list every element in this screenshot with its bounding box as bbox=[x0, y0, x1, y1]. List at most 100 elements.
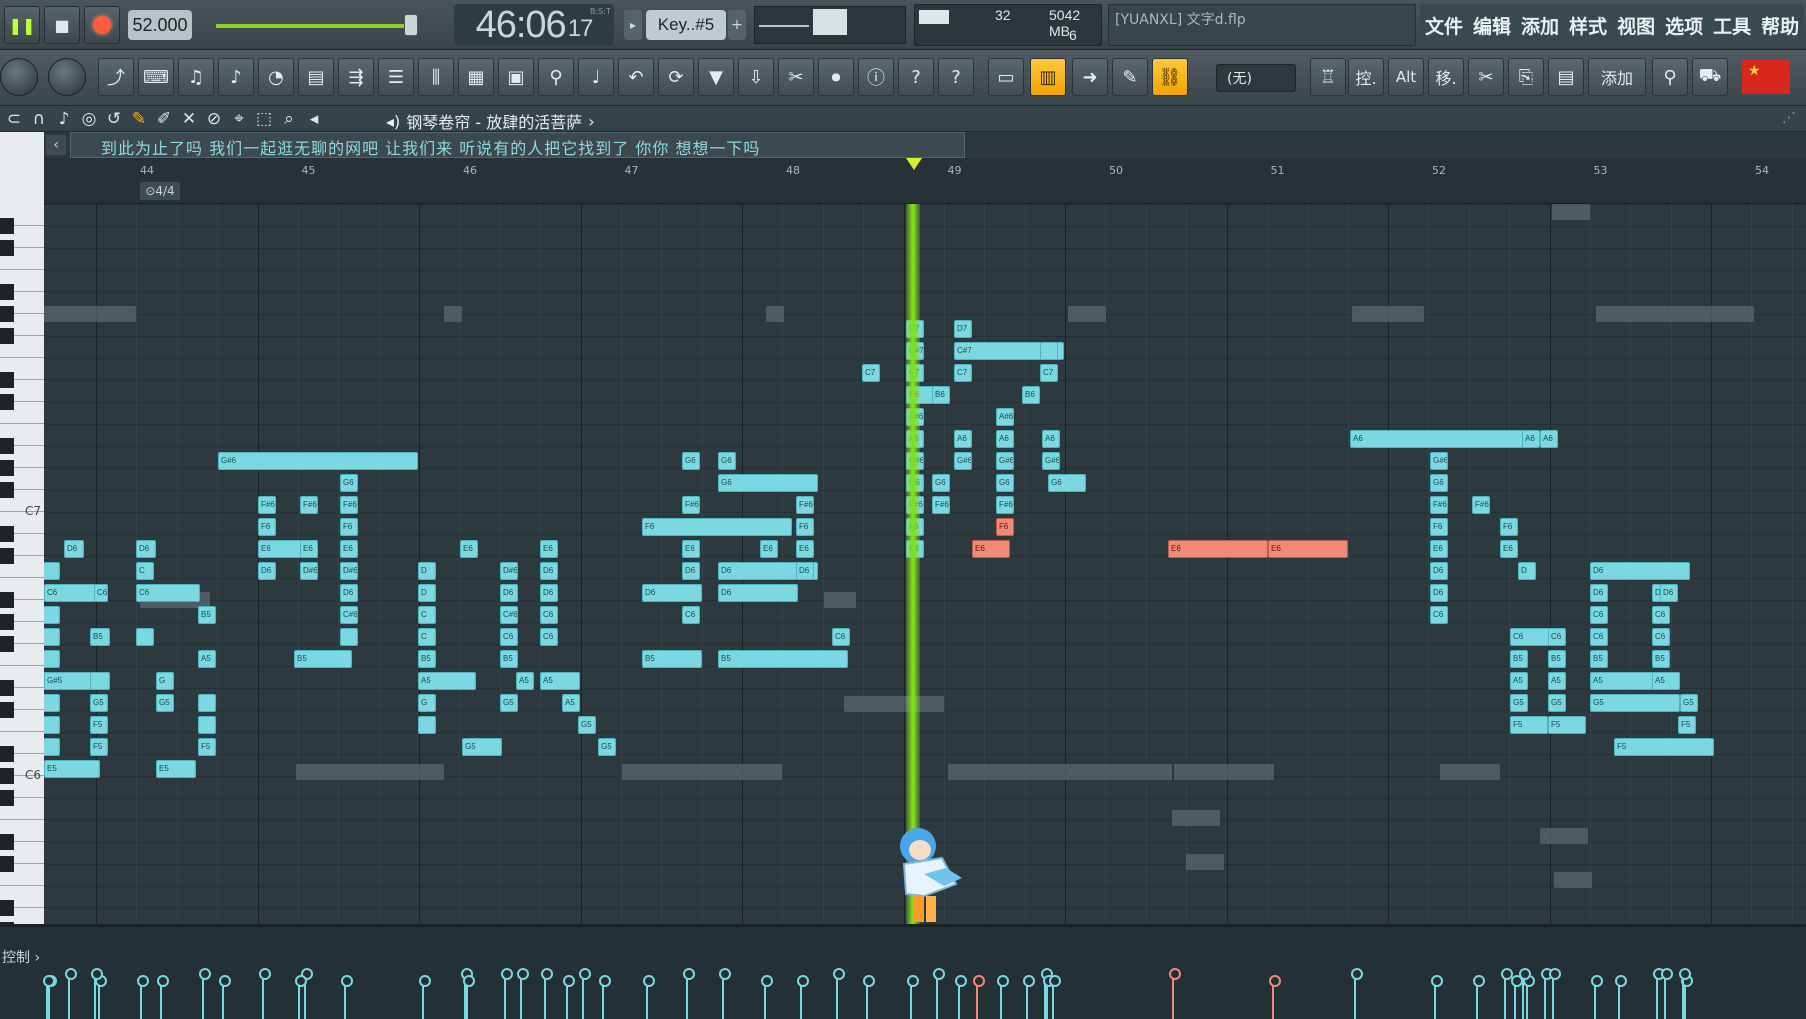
note[interactable]: C7 bbox=[862, 364, 880, 382]
note[interactable]: E6 bbox=[682, 540, 700, 558]
velocity-stem[interactable] bbox=[1591, 975, 1603, 1019]
note[interactable]: F#6 bbox=[682, 496, 700, 514]
mute-tool-icon[interactable]: ⊘ bbox=[204, 109, 224, 129]
note[interactable]: A5 bbox=[516, 672, 534, 690]
step-edit-icon[interactable]: ♫ bbox=[178, 58, 214, 96]
velocity-stem[interactable] bbox=[955, 975, 967, 1019]
menu-item[interactable]: 视图 bbox=[1612, 4, 1660, 46]
note[interactable]: F#6 bbox=[996, 496, 1014, 514]
note[interactable]: F5 bbox=[1614, 738, 1714, 756]
velocity-stem[interactable] bbox=[719, 968, 731, 1019]
black-key[interactable] bbox=[0, 746, 14, 762]
menu-item[interactable]: 编辑 bbox=[1468, 4, 1516, 46]
note[interactable]: D6 bbox=[64, 540, 84, 558]
menu-item[interactable]: 添加 bbox=[1516, 4, 1564, 46]
note[interactable]: C6 bbox=[1548, 628, 1566, 646]
note[interactable]: C7 bbox=[1040, 364, 1058, 382]
note[interactable]: A5 bbox=[562, 694, 580, 712]
menu-item[interactable]: 帮助 bbox=[1756, 4, 1804, 46]
playhead[interactable] bbox=[906, 204, 920, 924]
note[interactable]: B5 bbox=[198, 606, 216, 624]
note[interactable]: C6 bbox=[682, 606, 700, 624]
note[interactable]: G5 bbox=[500, 694, 518, 712]
speaker-icon[interactable]: ◂) bbox=[386, 112, 400, 131]
pin-icon[interactable]: ⚲ bbox=[1652, 58, 1688, 96]
selected-note[interactable]: E6 bbox=[1168, 540, 1268, 558]
shop-icon[interactable]: ⛟ bbox=[1692, 58, 1728, 96]
black-key[interactable] bbox=[0, 702, 14, 718]
loop-icon[interactable]: ↺ bbox=[104, 109, 124, 129]
time-signature[interactable]: ⊙ 4/4 bbox=[140, 182, 180, 200]
paste-icon[interactable]: ▤ bbox=[1548, 58, 1584, 96]
note[interactable]: F5 bbox=[90, 716, 108, 734]
overview-window[interactable]: 到此为止了吗 我们一起逛无聊的网吧 让我们来 听说有的人把它找到了 你你 想想一… bbox=[70, 132, 965, 158]
note[interactable]: D6 bbox=[1430, 584, 1448, 602]
note[interactable]: B5 bbox=[500, 650, 518, 668]
velocity-stem[interactable] bbox=[1049, 975, 1061, 1019]
help-icon[interactable]: ? bbox=[898, 58, 934, 96]
black-key[interactable] bbox=[0, 460, 14, 476]
note[interactable]: C6 bbox=[136, 584, 200, 602]
velocity-stem[interactable] bbox=[973, 975, 985, 1019]
note[interactable]: G bbox=[418, 694, 436, 712]
velocity-stem[interactable] bbox=[43, 975, 55, 1019]
note[interactable]: D bbox=[418, 562, 436, 580]
note[interactable]: A6 bbox=[1350, 430, 1530, 448]
plugin-icon[interactable]: ⚲ bbox=[538, 58, 574, 96]
note[interactable]: G6 bbox=[718, 452, 736, 470]
pattern-selector[interactable]: Key..#5 bbox=[646, 10, 726, 40]
velocity-stem[interactable] bbox=[643, 975, 655, 1019]
note[interactable]: F#6 bbox=[340, 496, 358, 514]
note[interactable]: B5 bbox=[1652, 650, 1670, 668]
midi-device-select[interactable]: (无) bbox=[1216, 64, 1296, 92]
note[interactable]: A#6 bbox=[996, 408, 1014, 426]
note[interactable]: G6 bbox=[1048, 474, 1086, 492]
velocity-stem[interactable] bbox=[599, 975, 611, 1019]
velocity-stem[interactable] bbox=[501, 968, 513, 1019]
note[interactable]: B5 bbox=[418, 650, 436, 668]
note[interactable]: D6 bbox=[682, 562, 700, 580]
tempo-icon[interactable]: ♖ bbox=[1310, 58, 1346, 96]
velocity-stem[interactable] bbox=[1541, 968, 1553, 1019]
black-key[interactable] bbox=[0, 526, 14, 542]
note[interactable]: F5 bbox=[1548, 716, 1586, 734]
note[interactable]: E6 bbox=[300, 540, 318, 558]
save-icon[interactable]: ▼ bbox=[698, 58, 734, 96]
playback-tool-icon[interactable]: ◂ bbox=[304, 109, 324, 129]
note[interactable]: G6 bbox=[996, 474, 1014, 492]
black-key[interactable] bbox=[0, 548, 14, 564]
note[interactable]: B5 bbox=[1510, 650, 1528, 668]
note[interactable]: B5 bbox=[718, 650, 848, 668]
velocity-stem[interactable] bbox=[683, 968, 695, 1019]
selected-note[interactable]: E6 bbox=[972, 540, 1010, 558]
note[interactable]: C6 bbox=[94, 584, 108, 602]
note[interactable]: E6 bbox=[760, 540, 778, 558]
note[interactable]: G#6 bbox=[218, 452, 418, 470]
black-key[interactable] bbox=[0, 856, 14, 872]
note[interactable] bbox=[418, 716, 436, 734]
selected-note[interactable]: E6 bbox=[1268, 540, 1348, 558]
menu-icon[interactable]: ⊂ bbox=[4, 109, 24, 129]
note[interactable]: G#6 bbox=[1430, 452, 1448, 470]
note[interactable]: C bbox=[418, 606, 436, 624]
note[interactable]: B6 bbox=[932, 386, 950, 404]
velocity-stem[interactable] bbox=[1653, 968, 1665, 1019]
slice-tool-icon[interactable]: ⌖ bbox=[229, 109, 249, 129]
paint-brush-icon[interactable]: ✐ bbox=[154, 109, 174, 129]
title-chevron-icon[interactable]: › bbox=[588, 112, 594, 131]
note[interactable] bbox=[198, 716, 216, 734]
note[interactable]: A5 bbox=[418, 672, 476, 690]
velocity-stem[interactable] bbox=[563, 975, 575, 1019]
typing-keyboard-icon[interactable]: ⌨ bbox=[138, 58, 174, 96]
note[interactable]: E6 bbox=[1500, 540, 1518, 558]
note[interactable]: D6 bbox=[796, 562, 814, 580]
note[interactable]: C6 bbox=[1510, 628, 1550, 646]
note[interactable]: C6 bbox=[1590, 606, 1608, 624]
pencil-icon[interactable]: ✎ bbox=[1112, 58, 1148, 96]
black-key[interactable] bbox=[0, 394, 14, 410]
velocity-stem[interactable] bbox=[295, 975, 307, 1019]
velocity-stem[interactable] bbox=[1473, 975, 1485, 1019]
black-key[interactable] bbox=[0, 592, 14, 608]
velocity-stem[interactable] bbox=[833, 968, 845, 1019]
note[interactable]: D6 bbox=[718, 584, 798, 602]
